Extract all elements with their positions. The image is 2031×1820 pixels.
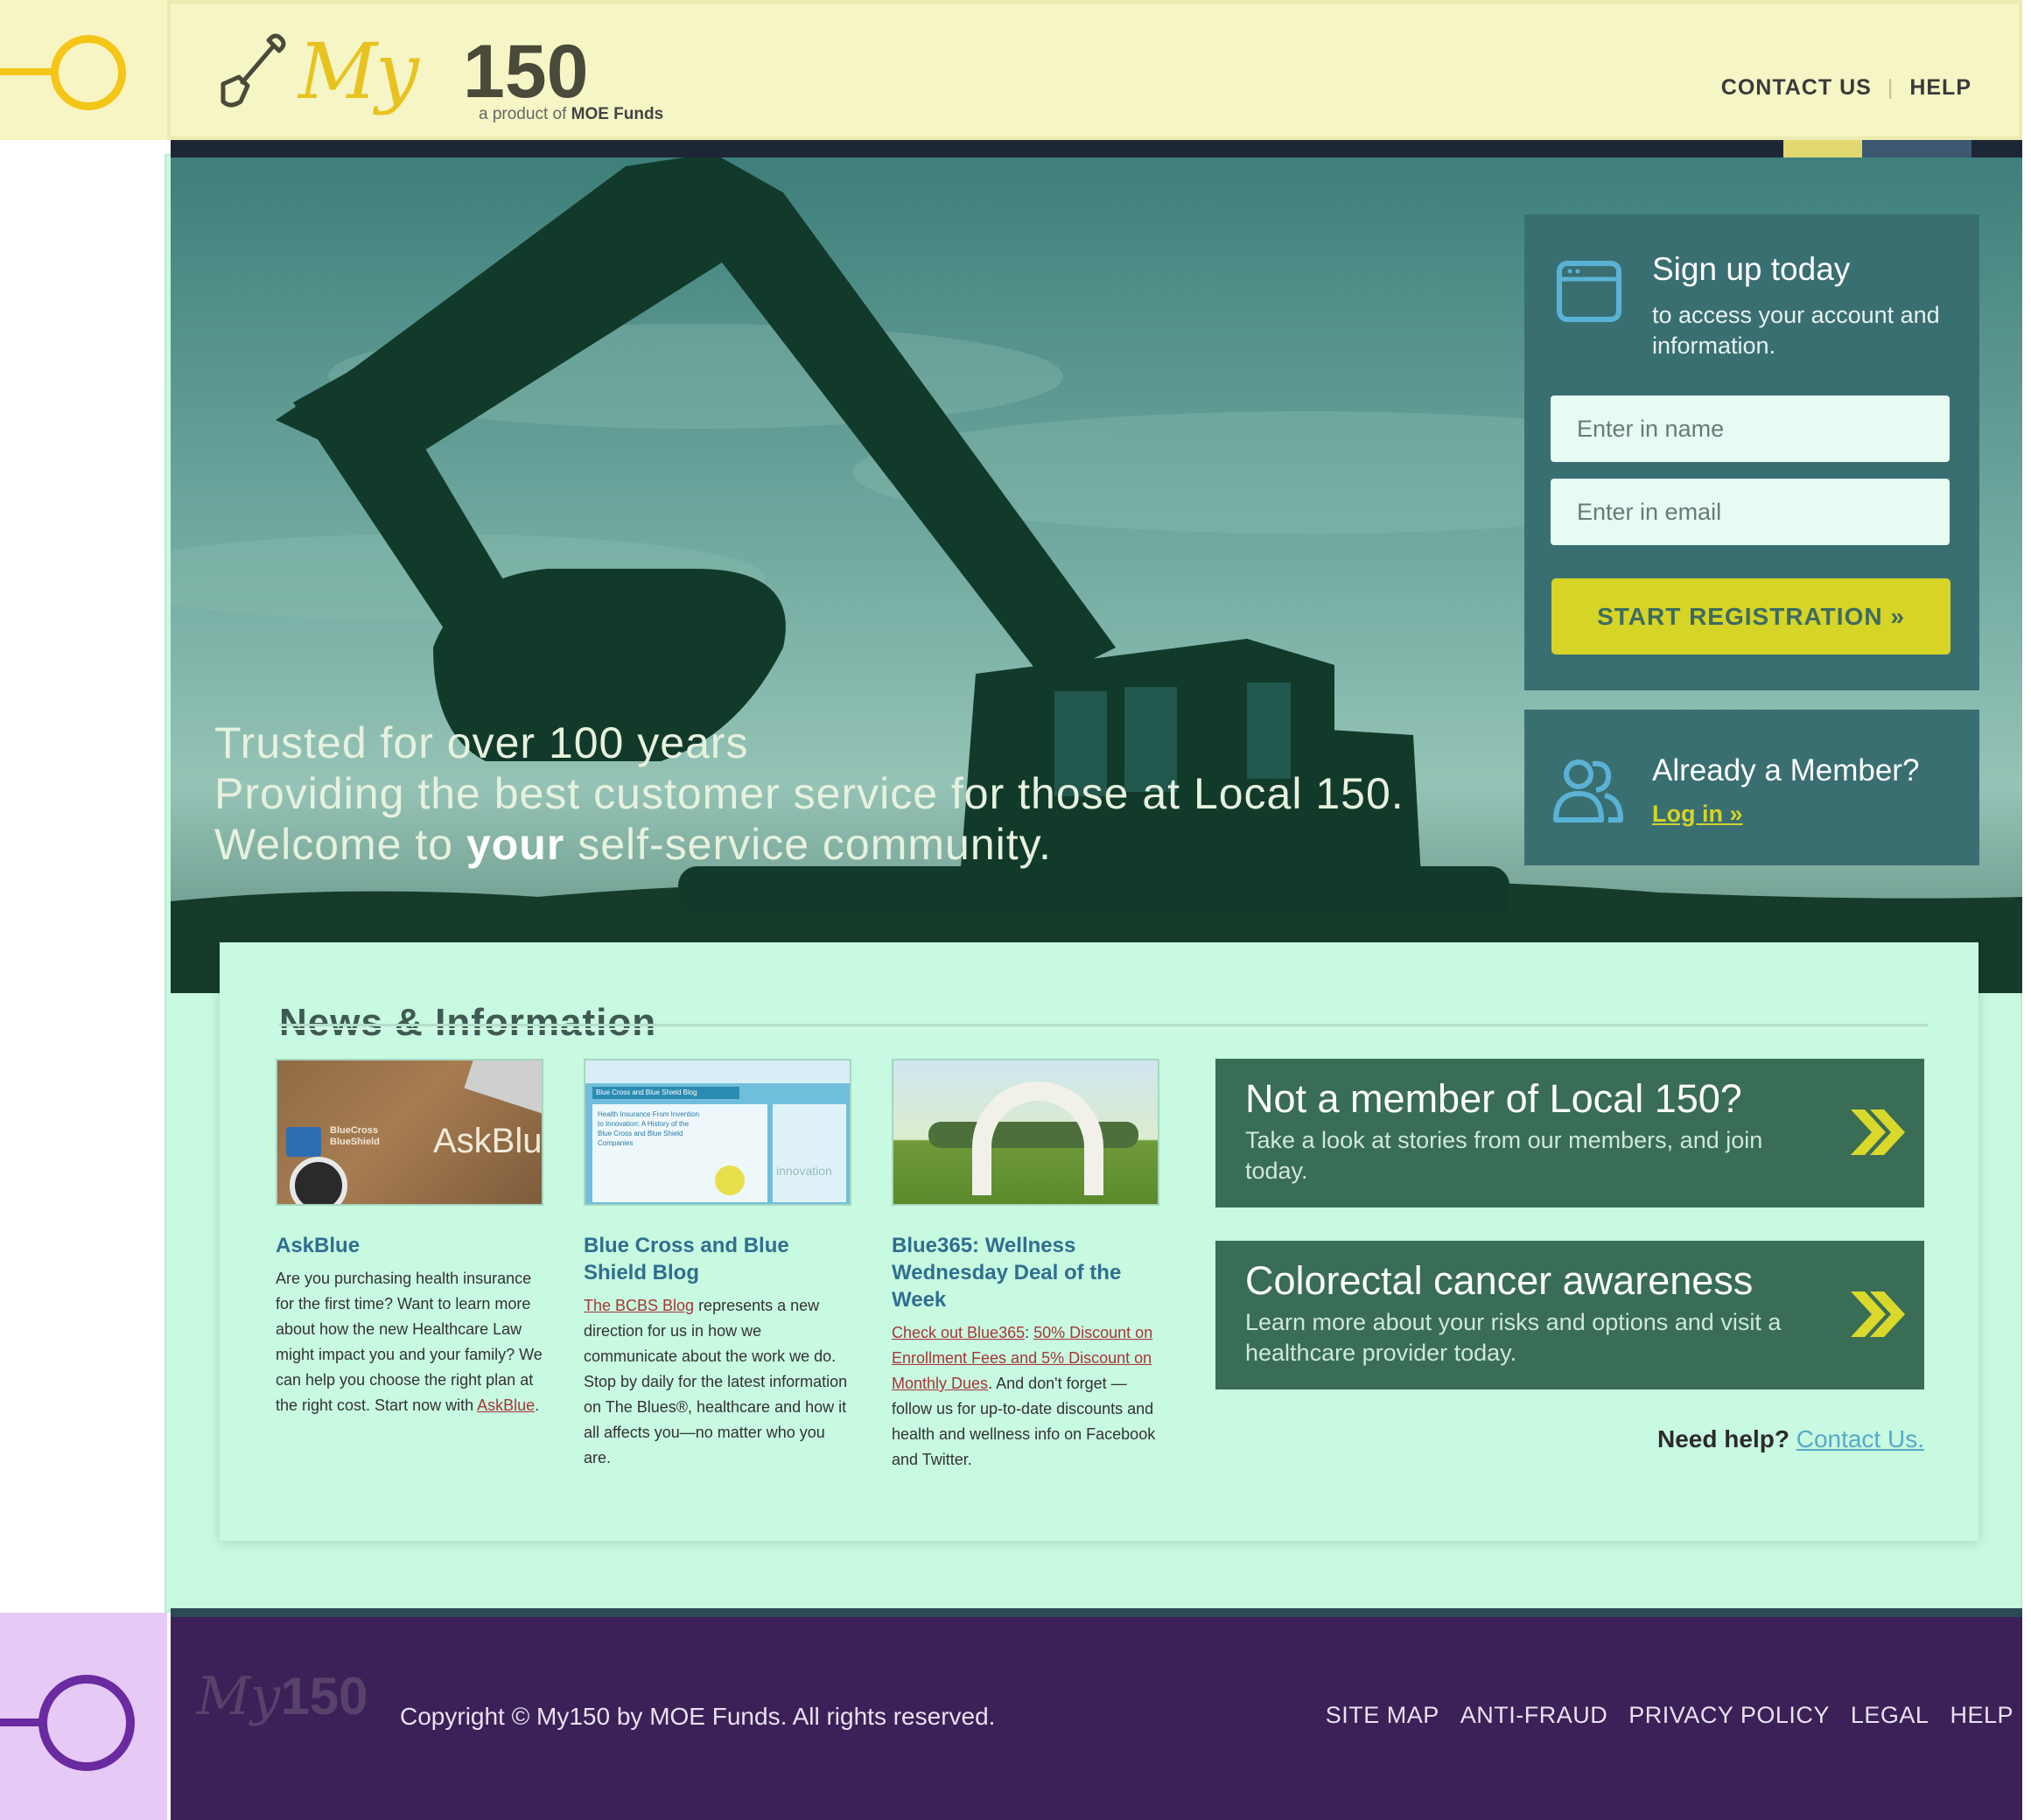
double-chevron-right-icon	[1851, 1292, 1905, 1337]
article-title[interactable]: AskBlue	[276, 1232, 547, 1259]
member-title: Already a Member?	[1652, 753, 1920, 788]
logo-tagline-prefix: a product of	[479, 105, 567, 123]
news-divider	[279, 1024, 1928, 1026]
footer-link-site-map[interactable]: SITE MAP	[1326, 1702, 1439, 1729]
thumb-badge-text: BlueCross BlueShield	[330, 1125, 380, 1147]
hero-line-2: Providing the best customer service for …	[214, 769, 1404, 818]
users-icon	[1553, 760, 1623, 822]
news-card: News & Information BlueCross BlueShield …	[220, 942, 1978, 1541]
login-link[interactable]: Log in »	[1652, 801, 1743, 828]
name-input[interactable]	[1551, 396, 1950, 462]
nav-separator: |	[1887, 75, 1894, 100]
signup-title: Sign up today	[1652, 251, 1851, 287]
double-chevron-right-icon	[1851, 1110, 1905, 1155]
hero-text: Trusted for over 100 years Providing the…	[214, 718, 1404, 870]
need-help-text: Need help? Contact Us.	[1657, 1425, 1924, 1452]
footer-link-anti-fraud[interactable]: ANTI-FRAUD	[1460, 1702, 1608, 1729]
site-header: My 150 a product of MOE Funds CONTACT US…	[167, 0, 2022, 140]
hero-line-1: Trusted for over 100 years	[214, 718, 749, 767]
article-body: Are you purchasing health insurance for …	[276, 1270, 543, 1414]
browser-window-icon	[1557, 261, 1621, 322]
contact-us-link[interactable]: Contact Us.	[1796, 1425, 1924, 1452]
start-registration-button[interactable]: START REGISTRATION »	[1551, 578, 1950, 654]
promo-colorectal-cancer[interactable]: Colorectal cancer awareness Learn more a…	[1215, 1241, 1924, 1390]
article-title[interactable]: Blue Cross and Blue Shield Blog	[584, 1232, 855, 1286]
askblue-thumbnail[interactable]: BlueCross BlueShield AskBlue	[276, 1059, 543, 1206]
promo-not-a-member[interactable]: Not a member of Local 150? Take a look a…	[1215, 1059, 1924, 1208]
logo-tagline: a product of MOE Funds	[479, 105, 663, 124]
email-input[interactable]	[1551, 479, 1950, 545]
logo-script-text: My	[298, 26, 419, 116]
footer-nav: SITE MAP ANTI-FRAUD PRIVACY POLICY LEGAL…	[1326, 1702, 2013, 1729]
site-footer: My150 Copyright © My150 by MOE Funds. Al…	[171, 1608, 2022, 1820]
news-article-bcbs-blog: Blue Cross and Blue Shield Blog Health I…	[584, 1059, 855, 1471]
nav-help-link[interactable]: HELP	[1909, 75, 1971, 101]
news-article-blue365: Blue365: Wellness Wednesday Deal of the …	[892, 1059, 1163, 1473]
member-panel: Already a Member? Log in »	[1524, 710, 1979, 865]
footer-logo[interactable]: My150	[197, 1666, 368, 1727]
nav-contact-us-link[interactable]: CONTACT US	[1721, 75, 1872, 101]
site-logo[interactable]: My 150 a product of MOE Funds	[216, 28, 706, 131]
bcbs-blog-thumbnail[interactable]: Blue Cross and Blue Shield Blog Health I…	[584, 1059, 851, 1206]
shovel-icon	[221, 33, 286, 108]
news-heading: News & Information	[279, 1000, 657, 1044]
blue365-thumbnail[interactable]	[892, 1059, 1159, 1206]
article-title[interactable]: Blue365: Wellness Wednesday Deal of the …	[892, 1232, 1163, 1313]
header-color-bar	[171, 140, 2022, 158]
top-nav: CONTACT US | HELP	[1721, 75, 1971, 101]
logo-tagline-brand: MOE Funds	[571, 105, 664, 123]
signup-subtitle: to access your account and information.	[1652, 302, 1940, 359]
promo-title: Not a member of Local 150?	[1245, 1076, 1742, 1121]
footer-copyright: Copyright © My150 by MOE Funds. All righ…	[400, 1703, 996, 1730]
logo-number-text: 150	[463, 30, 589, 114]
thumb-tag-text: innovation	[776, 1164, 832, 1178]
hero-emphasis: your	[466, 820, 565, 869]
footer-link-legal[interactable]: LEGAL	[1851, 1702, 1929, 1729]
promo-body: Take a look at stories from our members,…	[1245, 1127, 1763, 1184]
news-article-askblue: BlueCross BlueShield AskBlue AskBlue Are…	[276, 1059, 547, 1418]
thumb-header-text: Blue Cross and Blue Shield Blog	[592, 1087, 739, 1099]
footer-logo-number: 150	[280, 1667, 368, 1726]
thumb-askblue-text: AskBlue	[433, 1122, 543, 1160]
article-body: The BCBS Blog represents a new direction…	[584, 1297, 848, 1466]
bcbs-blog-link[interactable]: The BCBS Blog	[584, 1297, 694, 1314]
blue365-link[interactable]: Check out Blue365	[892, 1324, 1025, 1341]
promo-body: Learn more about your risks and options …	[1245, 1309, 1782, 1366]
signup-panel: Sign up today to access your account and…	[1524, 214, 1979, 690]
footer-logo-script: My	[197, 1666, 281, 1727]
thumb-article-text: Health Insurance From Invention to Innov…	[598, 1110, 700, 1147]
promo-title: Colorectal cancer awareness	[1245, 1258, 1754, 1303]
article-body: Check out Blue365: 50% Discount on Enrol…	[892, 1324, 1156, 1468]
footer-link-help[interactable]: HELP	[1950, 1702, 2013, 1729]
hero-line-3: Welcome to your self-service community.	[214, 820, 1052, 869]
askblue-link[interactable]: AskBlue	[477, 1396, 535, 1414]
footer-link-privacy-policy[interactable]: PRIVACY POLICY	[1628, 1702, 1830, 1729]
